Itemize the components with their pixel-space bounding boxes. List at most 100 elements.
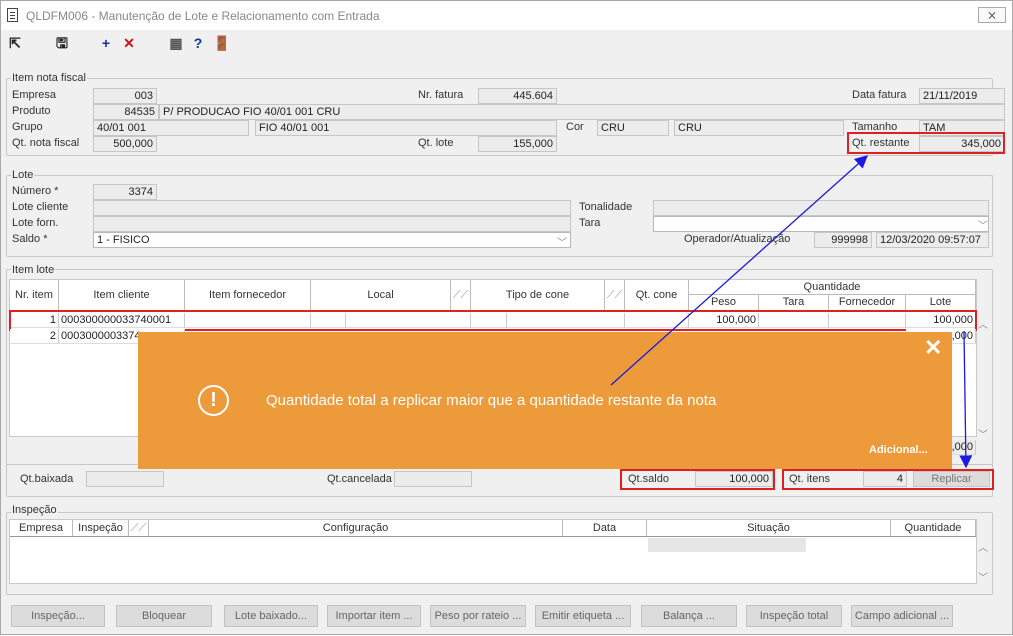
insp-scroll-down-icon[interactable]: ﹀	[978, 569, 988, 584]
delete-icon[interactable]: ✕	[120, 34, 138, 52]
tonalidade-label: Tonalidade	[579, 201, 633, 213]
cor-desc-field: CRU	[674, 120, 844, 136]
row1-tara[interactable]	[759, 313, 829, 328]
qt-restante-field: 345,000	[919, 136, 1005, 152]
qt-baixada-label: Qt.baixada	[20, 473, 74, 485]
grupo-desc-field: FIO 40/01 001	[255, 120, 557, 136]
col-tipo-cone-search-icon[interactable]: ⟋⟋	[605, 280, 625, 310]
numero-label: Número *	[12, 185, 59, 197]
col-item-fornecedor[interactable]: Item fornecedor	[185, 280, 311, 310]
error-toast: ! Quantidade total a replicar maior que …	[138, 332, 952, 469]
lote-forn-field[interactable]	[93, 216, 571, 232]
data-fatura-label: Data fatura	[852, 89, 907, 101]
col-local[interactable]: Local	[311, 280, 451, 310]
produto-code-field: 84535	[93, 104, 159, 120]
produto-label: Produto	[12, 105, 51, 117]
nr-fatura-label: Nr. fatura	[418, 89, 464, 101]
cor-code-field: CRU	[597, 120, 669, 136]
row1-item-fornecedor[interactable]	[185, 313, 311, 328]
qt-cancelada-label: Qt.cancelada	[327, 473, 392, 485]
tara-chevron-down-icon[interactable]: ﹀	[978, 217, 988, 232]
inspecao-legend: Inspeção	[11, 504, 58, 516]
title-bar: QLDFM006 - Manutenção de Lote e Relacion…	[1, 1, 1012, 30]
qt-lote-label: Qt. lote	[418, 137, 454, 149]
saldo-label: Saldo *	[12, 233, 48, 245]
col-item-cliente[interactable]: Item cliente	[59, 280, 185, 310]
toast-additional-link[interactable]: Adicional...	[869, 444, 928, 456]
tara-label: Tara	[579, 217, 601, 229]
inspecao-button[interactable]: Inspeção...	[11, 605, 105, 627]
importar-item-button[interactable]: Importar item ...	[327, 605, 421, 627]
insp-col-search-icon[interactable]: ⟋⟋	[129, 520, 149, 536]
col-fornecedor[interactable]: Fornecedor	[829, 295, 906, 310]
row1-item-cliente[interactable]: 000300000033740001	[59, 313, 185, 328]
col-nr-item[interactable]: Nr. item	[10, 280, 59, 310]
empresa-label: Empresa	[12, 89, 57, 101]
item-nota-fiscal-legend: Item nota fiscal	[11, 72, 87, 84]
document-icon	[7, 8, 18, 22]
door-exit-icon[interactable]: 🚪	[213, 34, 231, 52]
insp-col-inspecao[interactable]: Inspeção	[73, 520, 129, 536]
col-tara[interactable]: Tara	[759, 295, 829, 310]
lote-cliente-field[interactable]	[93, 200, 571, 216]
close-window-button[interactable]: ⨯	[978, 7, 1006, 23]
row1-local-code[interactable]	[311, 313, 346, 328]
grid-scroll-down-icon[interactable]: ﹀	[978, 426, 988, 441]
row1-fornecedor[interactable]	[829, 313, 906, 328]
peso-rateio-button[interactable]: Peso por rateio ...	[430, 605, 526, 627]
row1-local[interactable]	[346, 313, 471, 328]
qt-cancelada-field	[394, 471, 472, 487]
bloquear-button[interactable]: Bloquear	[116, 605, 212, 627]
help-icon[interactable]: ?	[189, 34, 207, 52]
data-fatura-field: 21/11/2019	[919, 88, 1005, 104]
insp-col-configuracao[interactable]: Configuração	[149, 520, 563, 536]
numero-field: 3374	[93, 184, 157, 200]
grid-scroll-up-icon[interactable]: ︿	[978, 316, 988, 331]
insp-scroll-up-icon[interactable]: ︿	[978, 539, 988, 554]
qt-baixada-field	[86, 471, 164, 487]
exit-icon[interactable]: ⇱	[6, 34, 24, 52]
col-local-search-icon[interactable]: ⟋⟋	[451, 280, 471, 310]
lote-baixado-button[interactable]: Lote baixado...	[224, 605, 318, 627]
inspecao-total-button[interactable]: Inspeção total	[746, 605, 842, 627]
qt-nota-field: 500,000	[93, 136, 157, 152]
lote-legend: Lote	[11, 169, 35, 181]
row1-peso[interactable]: 100,000	[689, 313, 759, 328]
save-icon[interactable]: 🖫	[53, 34, 71, 52]
replicar-button[interactable]: Replicar	[913, 471, 990, 487]
insp-col-quantidade[interactable]: Quantidade	[891, 520, 976, 536]
tamanho-label: Tamanho	[852, 121, 898, 133]
row1-lote[interactable]: 100,000	[906, 313, 976, 328]
grupo-label: Grupo	[12, 121, 43, 133]
row1-qt-cone[interactable]	[625, 313, 689, 328]
col-peso[interactable]: Peso	[689, 295, 759, 310]
saldo-select[interactable]: 1 - FISICO	[93, 232, 571, 248]
col-tipo-cone[interactable]: Tipo de cone	[471, 280, 605, 310]
row1-tipo-cone-code[interactable]	[471, 313, 507, 328]
qt-restante-label: Qt. restante	[852, 137, 910, 149]
toast-close-icon[interactable]: ✕	[924, 335, 942, 361]
row1-tipo-cone[interactable]	[507, 313, 625, 328]
tara-select[interactable]	[653, 216, 989, 232]
add-icon[interactable]: +	[97, 34, 115, 52]
col-qt-cone[interactable]: Qt. cone	[625, 280, 689, 310]
saldo-chevron-down-icon[interactable]: ﹀	[557, 234, 567, 249]
window-title: QLDFM006 - Manutenção de Lote e Relacion…	[26, 9, 380, 23]
emitir-etiqueta-button[interactable]: Emitir etiqueta ...	[535, 605, 631, 627]
insp-col-situacao[interactable]: Situação	[647, 520, 891, 536]
col-quantidade: Quantidade	[689, 280, 976, 295]
col-lote[interactable]: Lote	[906, 295, 976, 310]
qt-lote-field: 155,000	[478, 136, 557, 152]
nr-fatura-field: 445.604	[478, 88, 557, 104]
calendar-icon[interactable]: ▦	[167, 34, 185, 52]
insp-col-data[interactable]: Data	[563, 520, 647, 536]
empresa-field: 003	[93, 88, 157, 104]
insp-col-empresa[interactable]: Empresa	[10, 520, 73, 536]
campo-adicional-button[interactable]: Campo adicional ...	[851, 605, 953, 627]
row2-nr-item[interactable]: 2	[10, 329, 59, 344]
warning-icon: !	[198, 385, 229, 416]
balanca-button[interactable]: Balança ...	[641, 605, 737, 627]
row1-nr-item[interactable]: 1	[10, 313, 59, 328]
tonalidade-field[interactable]	[653, 200, 989, 216]
lote-forn-label: Lote forn.	[12, 217, 59, 229]
